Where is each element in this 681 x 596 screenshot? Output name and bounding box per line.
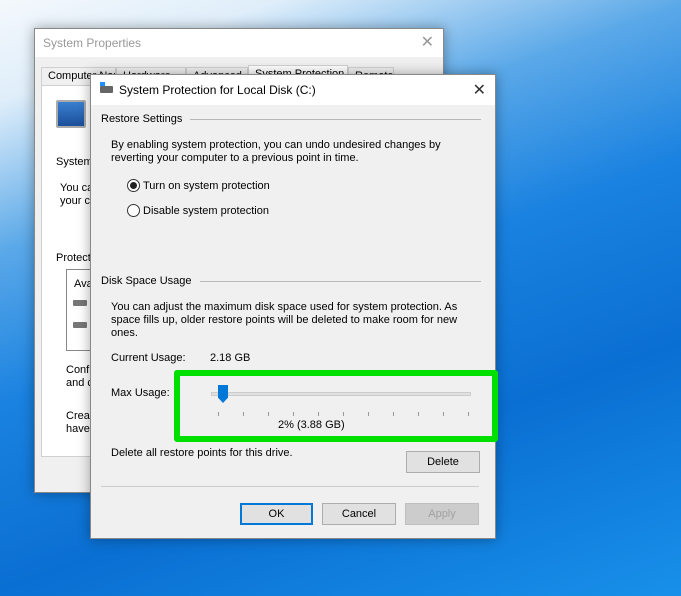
current-usage-label: Current Usage: (111, 352, 186, 364)
slider-tick (393, 412, 394, 416)
config-text: Confi (66, 364, 92, 376)
max-usage-value: 2% (3.88 GB) (278, 419, 345, 431)
disk-space-group: Disk Space Usage (101, 275, 481, 287)
radio-label: Disable system protection (143, 204, 269, 217)
slider-track[interactable] (211, 392, 471, 396)
drive-icon (73, 322, 87, 328)
description-text: You can adjust the maximum disk space us… (111, 301, 458, 313)
slider-tick (243, 412, 244, 416)
system-protection-icon (56, 100, 86, 128)
close-icon[interactable]: ✕ (473, 80, 486, 100)
drive-icon (73, 300, 87, 306)
windows-logo-icon (100, 82, 105, 86)
disable-protection-radio[interactable]: Disable system protection (127, 204, 269, 217)
section-label: System (56, 156, 93, 168)
group-heading: Disk Space Usage (101, 275, 192, 287)
desc-text: You ca (60, 182, 94, 194)
slider-tick (293, 412, 294, 416)
max-usage-label: Max Usage: (111, 387, 170, 399)
description-text: space fills up, older restore points wil… (111, 314, 458, 326)
desc-text: your c (60, 195, 90, 207)
slider-tick (318, 412, 319, 416)
title-bar: System Properties ✕ (35, 29, 443, 57)
current-usage-value: 2.18 GB (210, 352, 251, 364)
description-text: ones. (111, 327, 138, 339)
drive-icon (100, 86, 113, 93)
slider-tick (268, 412, 269, 416)
group-heading: Restore Settings (101, 113, 183, 125)
slider-tick (418, 412, 419, 416)
restore-settings-group: Restore Settings (101, 113, 481, 125)
delete-button[interactable]: Delete (406, 451, 480, 473)
highlight-box: 2% (3.88 GB) (174, 370, 498, 442)
close-icon[interactable]: ✕ (421, 32, 434, 52)
radio-label: Turn on system protection (143, 179, 270, 192)
window-title: System Properties (43, 36, 142, 50)
dialog-title-bar: System Protection for Local Disk (C:) ✕ (91, 75, 495, 105)
description-text: By enabling system protection, you can u… (111, 139, 441, 151)
config-text: and c (66, 377, 93, 389)
delete-description: Delete all restore points for this drive… (111, 447, 293, 459)
protection-label: Protecti (56, 252, 94, 264)
slider-tick (468, 412, 469, 416)
slider-tick (343, 412, 344, 416)
max-usage-slider-thumb[interactable] (218, 385, 228, 403)
slider-tick (368, 412, 369, 416)
create-text: Creat (66, 410, 93, 422)
description-text: reverting your computer to a previous po… (111, 152, 359, 164)
apply-button[interactable]: Apply (405, 503, 479, 525)
slider-tick (218, 412, 219, 416)
cancel-button[interactable]: Cancel (322, 503, 396, 525)
slider-tick (443, 412, 444, 416)
system-protection-dialog: System Protection for Local Disk (C:) ✕ … (90, 74, 498, 539)
turn-on-protection-radio[interactable]: Turn on system protection (127, 179, 270, 192)
dialog-title: System Protection for Local Disk (C:) (119, 83, 316, 97)
ok-button[interactable]: OK (240, 503, 313, 525)
create-text: have (66, 423, 90, 435)
separator (101, 486, 479, 487)
